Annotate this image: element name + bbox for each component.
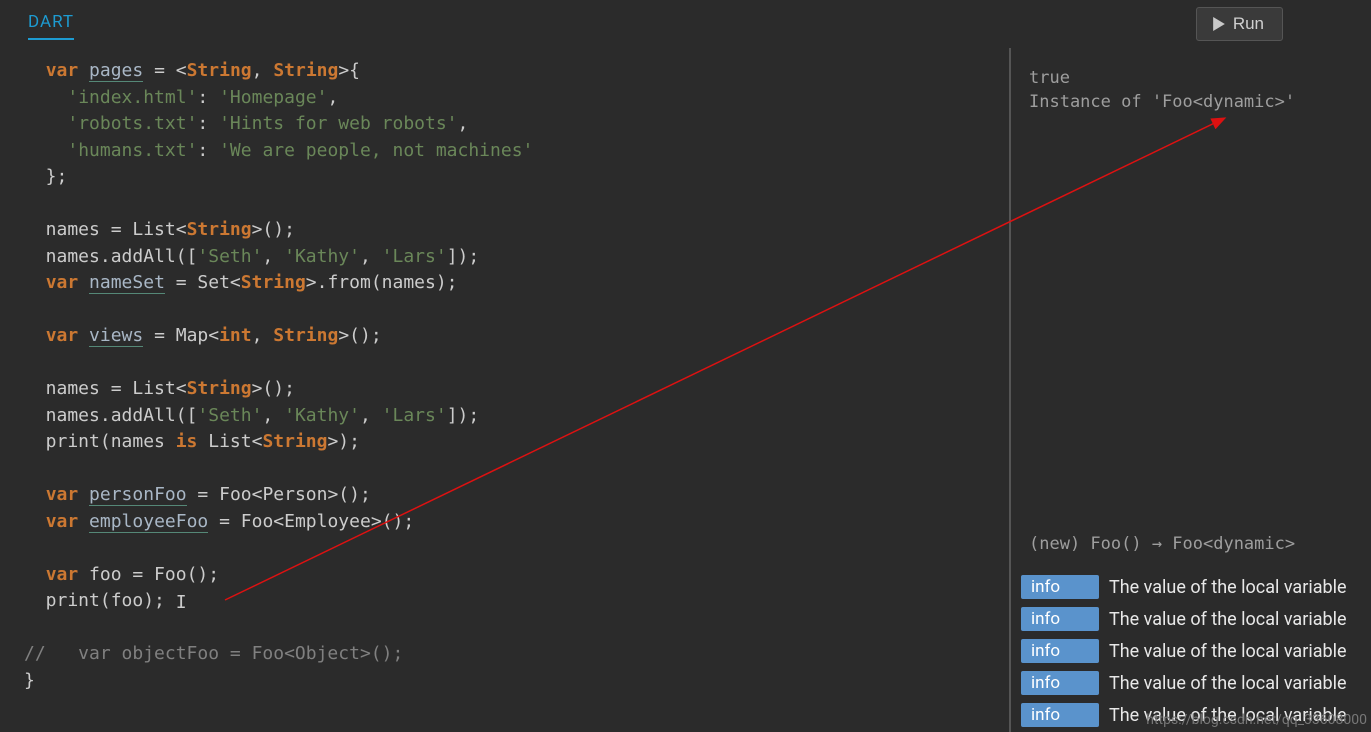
console-output: true Instance of 'Foo<dynamic>' <box>1011 48 1371 114</box>
console-line: Instance of 'Foo<dynamic>' <box>1029 90 1353 114</box>
top-bar: DART Run <box>0 0 1371 48</box>
diagnostic-message: The value of the local variable <box>1109 641 1347 662</box>
diagnostics-list: info The value of the local variable info… <box>1011 558 1371 732</box>
diagnostic-row[interactable]: info The value of the local variable <box>1011 604 1371 634</box>
text-cursor-icon: I <box>176 590 186 608</box>
diagnostic-message: The value of the local variable <box>1109 609 1347 630</box>
diagnostic-row[interactable]: info The value of the local variable <box>1011 668 1371 698</box>
run-button[interactable]: Run <box>1196 7 1283 41</box>
quick-doc: (new) Foo() → Foo<dynamic> <box>1011 530 1371 558</box>
language-tab[interactable]: DART <box>28 8 74 40</box>
run-label: Run <box>1233 14 1264 34</box>
diagnostic-message: The value of the local variable <box>1109 673 1347 694</box>
info-badge: info <box>1021 703 1099 727</box>
console-line: true <box>1029 66 1353 90</box>
watermark: https://blog.csdn.net/qq_33608000 <box>1146 712 1367 728</box>
code-editor[interactable]: var pages = <String, String>{ 'index.htm… <box>0 48 1009 732</box>
info-badge: info <box>1021 671 1099 695</box>
play-icon <box>1213 17 1225 31</box>
right-panel: true Instance of 'Foo<dynamic>' (new) Fo… <box>1011 48 1371 732</box>
info-badge: info <box>1021 639 1099 663</box>
diagnostic-row[interactable]: info The value of the local variable <box>1011 636 1371 666</box>
diagnostic-message: The value of the local variable <box>1109 577 1347 598</box>
info-badge: info <box>1021 575 1099 599</box>
info-badge: info <box>1021 607 1099 631</box>
diagnostic-row[interactable]: info The value of the local variable <box>1011 572 1371 602</box>
main-area: var pages = <String, String>{ 'index.htm… <box>0 48 1371 732</box>
